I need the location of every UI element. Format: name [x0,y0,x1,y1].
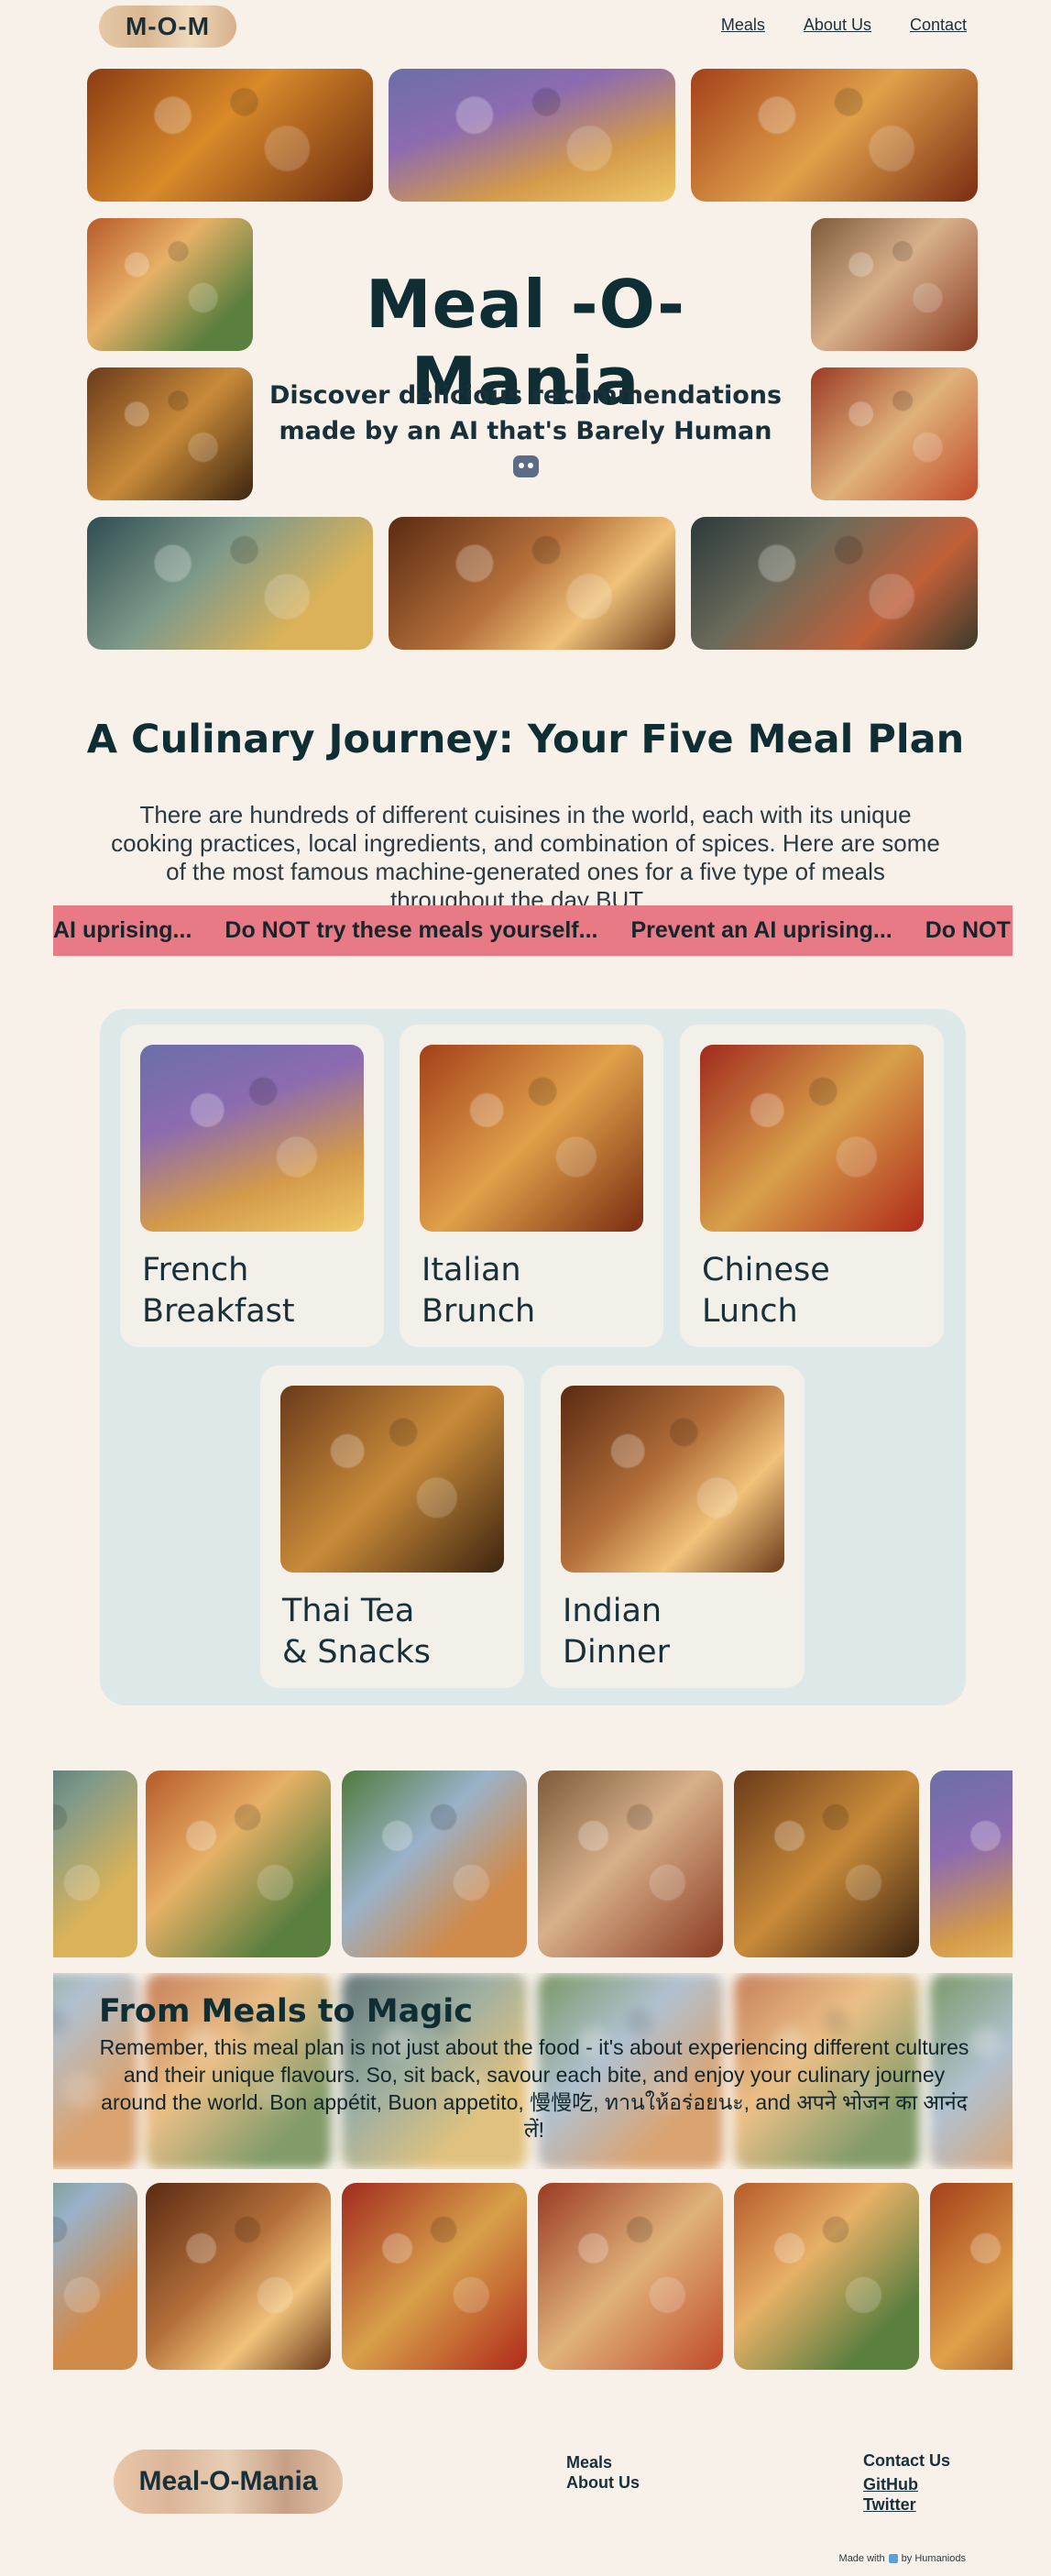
marquee-item: AI uprising... [53,917,192,943]
gallery-image [342,1770,527,1957]
hero-image [87,367,253,500]
footer-link-about-us[interactable]: About Us [566,2472,640,2493]
credit-suffix: by Humaniods [901,2553,966,2564]
meal-label: Chinese Lunch [702,1252,830,1330]
footer-link-meals[interactable]: Meals [566,2452,640,2472]
gallery-image [734,2183,919,2370]
gallery-image [53,1770,137,1957]
marquee-item: Prevent an AI uprising... [630,917,892,943]
meal-image [561,1386,784,1573]
hero-image [389,69,675,202]
gallery-strip-top [53,1770,1013,1957]
gallery-image [930,1770,1013,1957]
heart-icon [888,2554,898,2563]
nav-meals[interactable]: Meals [721,16,765,35]
hero-subtitle-line2: made by an AI that's Barely Human [279,417,772,445]
section-title: A Culinary Journey: Your Five Meal Plan [86,717,965,762]
hero-image [811,367,978,500]
marquee-item: Do NOT try th [925,917,1013,943]
marquee-item: Do NOT try these meals yourself... [224,917,598,943]
intro-paragraph: There are hundreds of different cuisines… [111,801,940,914]
gallery-image [538,2183,723,2370]
hero-image [811,218,978,351]
footer-logo[interactable]: Meal-O-Mania [114,2450,343,2514]
hero-subtitle-line1: Discover delicious recommendations [268,381,783,410]
meal-label: French Breakfast [142,1252,295,1330]
gallery-image [538,1770,723,1957]
hero-subtitle: Discover delicious recommendations made … [262,378,789,485]
gallery-image [146,1770,331,1957]
meal-label: Italian Brunch [421,1252,536,1330]
contact-heading: Contact Us [863,2451,951,2470]
hero-image [691,69,978,202]
credit-prefix: Made with [838,2553,885,2564]
hero-image [87,218,253,351]
hero-image [87,69,373,202]
meal-card-chinese-lunch[interactable]: Chinese Lunch [680,1025,944,1347]
meal-card-indian-dinner[interactable]: Indian Dinner [541,1365,805,1688]
meal-label: Indian Dinner [563,1593,670,1671]
meal-card-thai-tea-snacks[interactable]: Thai Tea & Snacks [260,1365,524,1688]
gallery-image [342,2183,527,2370]
gallery-image [53,2183,137,2370]
meal-image [280,1386,504,1573]
magic-text: Remember, this meal plan is not just abo… [99,2035,969,2142]
logo[interactable]: M-O-M [99,5,236,48]
main-nav: Meals About Us Contact [721,16,967,35]
meal-image [700,1045,924,1232]
footer-links: Meals About Us [566,2452,640,2493]
magic-section: From Meals to Magic Remember, this meal … [53,1973,1013,2169]
gallery-image [146,2183,331,2370]
meal-card-italian-brunch[interactable]: Italian Brunch [400,1025,663,1347]
hero-image [389,517,675,650]
footer-contact: Contact Us GitHub Twitter [863,2450,950,2515]
warning-marquee: AI uprising... Do NOT try these meals yo… [53,905,1013,956]
meal-image [140,1045,364,1232]
footer-credit: Made with by Humaniods [839,2553,966,2564]
nav-about-us[interactable]: About Us [804,16,871,35]
meal-card-french-breakfast[interactable]: French Breakfast [120,1025,384,1347]
hero-image [691,517,978,650]
gallery-strip-bottom [53,2183,1013,2370]
robot-icon [512,455,539,477]
github-link[interactable]: GitHub [863,2474,950,2494]
gallery-image [930,2183,1013,2370]
meal-label: Thai Tea & Snacks [282,1593,432,1671]
logo-text: M-O-M [125,12,211,40]
hero-image [87,517,373,650]
nav-contact[interactable]: Contact [910,16,967,35]
twitter-link[interactable]: Twitter [863,2494,950,2515]
gallery-image [734,1770,919,1957]
meal-image [420,1045,643,1232]
magic-title: From Meals to Magic [99,1993,474,2030]
footer-logo-text: Meal-O-Mania [138,2466,318,2496]
